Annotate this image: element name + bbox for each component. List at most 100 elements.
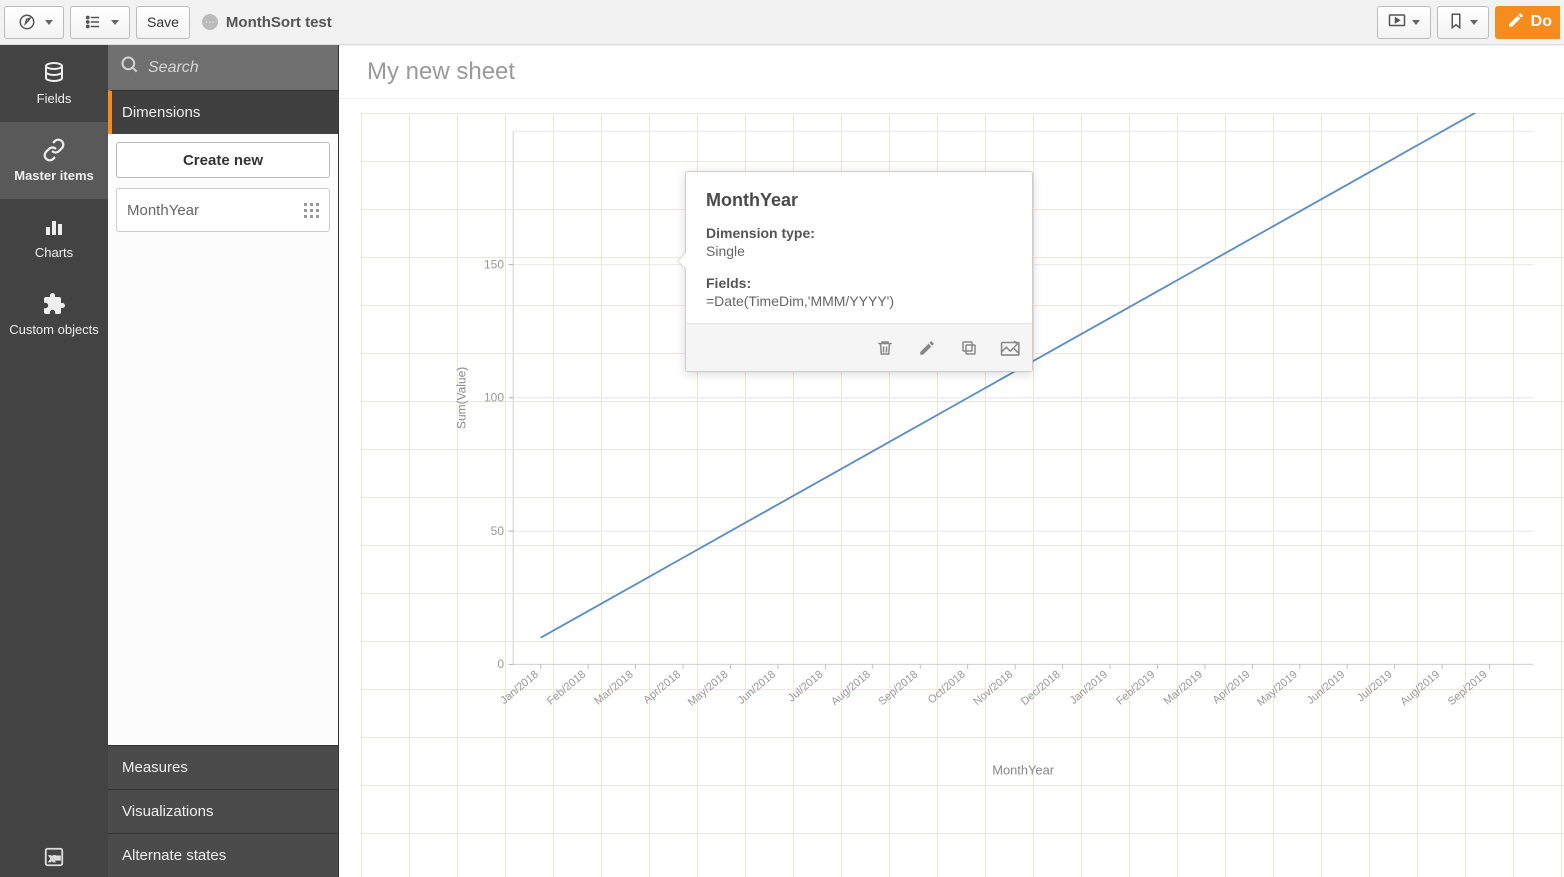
chevron-down-icon (1470, 20, 1478, 25)
popover-fields-value: =Date(TimeDim,'MMM/YYYY') (706, 293, 1012, 309)
svg-text:Sep/2019: Sep/2019 (1446, 668, 1490, 708)
svg-text:0: 0 (497, 657, 504, 671)
visualizations-head-label: Visualizations (122, 803, 213, 820)
replace-button[interactable] (1000, 337, 1022, 359)
charts-label: Charts (35, 245, 73, 260)
svg-text:Mar/2018: Mar/2018 (592, 668, 635, 707)
svg-text:MonthYear: MonthYear (992, 763, 1054, 778)
presentation-icon (1388, 13, 1406, 32)
svg-text:Oct/2018: Oct/2018 (926, 668, 968, 706)
create-new-label: Create new (183, 152, 263, 169)
save-button[interactable]: Save (136, 6, 190, 39)
sidebar-item-fields[interactable]: Fields (0, 45, 108, 122)
search-icon (120, 55, 140, 80)
svg-text:50: 50 (491, 524, 505, 538)
dimensions-head-label: Dimensions (122, 104, 200, 121)
svg-text:Jul/2018: Jul/2018 (786, 668, 826, 704)
icon-sidebar: Fields Master items Charts Custom object… (0, 45, 108, 877)
popover-type-label: Dimension type: (706, 225, 1012, 241)
drag-handle-icon[interactable] (304, 203, 319, 218)
variable-icon: x= (43, 846, 65, 868)
sheet-title: My new sheet (367, 58, 515, 86)
app-title: MonthSort test (226, 14, 332, 31)
svg-text:100: 100 (484, 391, 504, 405)
compass-icon (15, 10, 39, 34)
bookmark-icon (1448, 12, 1464, 33)
svg-text:May/2018: May/2018 (686, 668, 731, 708)
trash-icon (876, 338, 894, 358)
svg-text:Apr/2019: Apr/2019 (1210, 668, 1252, 706)
svg-text:Apr/2018: Apr/2018 (641, 668, 683, 706)
alternate-states-head-label: Alternate states (122, 847, 226, 864)
sheet-canvas: My new sheet 0 50 100 150 Sum(Value) Jan/2018… (339, 45, 1564, 877)
list-dropdown-button[interactable] (70, 6, 130, 39)
bookmark-dropdown-button[interactable] (1437, 6, 1489, 39)
sidebar-item-custom-objects[interactable]: Custom objects (0, 276, 108, 353)
svg-text:Jan/2019: Jan/2019 (1068, 668, 1110, 706)
fields-label: Fields (37, 91, 72, 106)
top-toolbar: Save ⋯ MonthSort test Do (0, 0, 1564, 45)
popover-type-value: Single (706, 243, 1012, 259)
accordion-alternate-states[interactable]: Alternate states (108, 833, 338, 877)
duplicate-icon (959, 339, 979, 357)
search-input[interactable] (148, 59, 356, 77)
svg-text:150: 150 (484, 257, 504, 271)
svg-text:Feb/2019: Feb/2019 (1114, 668, 1157, 707)
svg-text:Aug/2019: Aug/2019 (1398, 668, 1442, 708)
svg-text:Sum(Value): Sum(Value) (454, 367, 468, 429)
nav-dropdown-button[interactable] (4, 6, 64, 39)
accordion-measures[interactable]: Measures (108, 745, 338, 789)
sidebar-bottom-item[interactable]: x= (0, 837, 108, 877)
popover-fields-label: Fields: (706, 275, 1012, 291)
done-label: Do (1531, 13, 1552, 31)
puzzle-icon (42, 292, 66, 316)
sidebar-item-charts[interactable]: Charts (0, 199, 108, 276)
pencil-icon (1507, 11, 1525, 34)
svg-text:Jan/2018: Jan/2018 (498, 668, 540, 706)
popover-title: MonthYear (706, 190, 1012, 211)
svg-text:Jul/2019: Jul/2019 (1355, 668, 1395, 704)
list-icon (81, 10, 105, 34)
sheet-title-row[interactable]: My new sheet (339, 45, 1564, 99)
svg-text:Jun/2019: Jun/2019 (1305, 668, 1347, 706)
dimension-popover: MonthYear Dimension type: Single Fields:… (685, 171, 1033, 372)
svg-text:Nov/2018: Nov/2018 (971, 668, 1015, 708)
delete-button[interactable] (874, 337, 896, 359)
chevron-down-icon (45, 20, 53, 25)
barchart-icon (42, 215, 66, 239)
done-button[interactable]: Do (1495, 6, 1560, 39)
chevron-down-icon (111, 20, 119, 25)
edit-button[interactable] (916, 337, 938, 359)
custom-objects-label: Custom objects (9, 322, 99, 337)
database-icon (42, 61, 66, 85)
app-icon: ⋯ (202, 14, 218, 30)
svg-text:Dec/2018: Dec/2018 (1019, 668, 1063, 708)
link-icon (42, 138, 66, 162)
dimensions-body: Create new MonthYear (108, 134, 338, 745)
chevron-down-icon (1412, 20, 1420, 25)
app-title-area: ⋯ MonthSort test (202, 14, 332, 31)
accordion-dimensions[interactable]: Dimensions (108, 90, 338, 134)
dimension-item-monthyear[interactable]: MonthYear (116, 188, 330, 232)
pencil-icon (918, 339, 936, 357)
svg-text:Sep/2018: Sep/2018 (877, 668, 921, 708)
svg-text:May/2019: May/2019 (1255, 668, 1300, 708)
svg-text:x=: x= (49, 854, 60, 865)
dimension-item-label: MonthYear (127, 202, 199, 219)
sidebar-item-master-items[interactable]: Master items (0, 122, 108, 199)
image-swap-icon (1000, 339, 1022, 357)
svg-text:Feb/2018: Feb/2018 (545, 668, 588, 707)
svg-text:Mar/2019: Mar/2019 (1162, 668, 1205, 707)
measures-head-label: Measures (122, 759, 188, 776)
accordion-visualizations[interactable]: Visualizations (108, 789, 338, 833)
save-label: Save (147, 14, 179, 30)
search-row (108, 45, 338, 90)
duplicate-button[interactable] (958, 337, 980, 359)
popover-footer (686, 323, 1032, 371)
svg-text:Aug/2018: Aug/2018 (829, 668, 873, 708)
create-new-button[interactable]: Create new (116, 142, 330, 178)
play-dropdown-button[interactable] (1377, 6, 1431, 39)
master-items-label: Master items (14, 168, 93, 183)
asset-panel: Dimensions Create new MonthYear Measures… (108, 45, 339, 877)
svg-text:Jun/2018: Jun/2018 (736, 668, 778, 706)
